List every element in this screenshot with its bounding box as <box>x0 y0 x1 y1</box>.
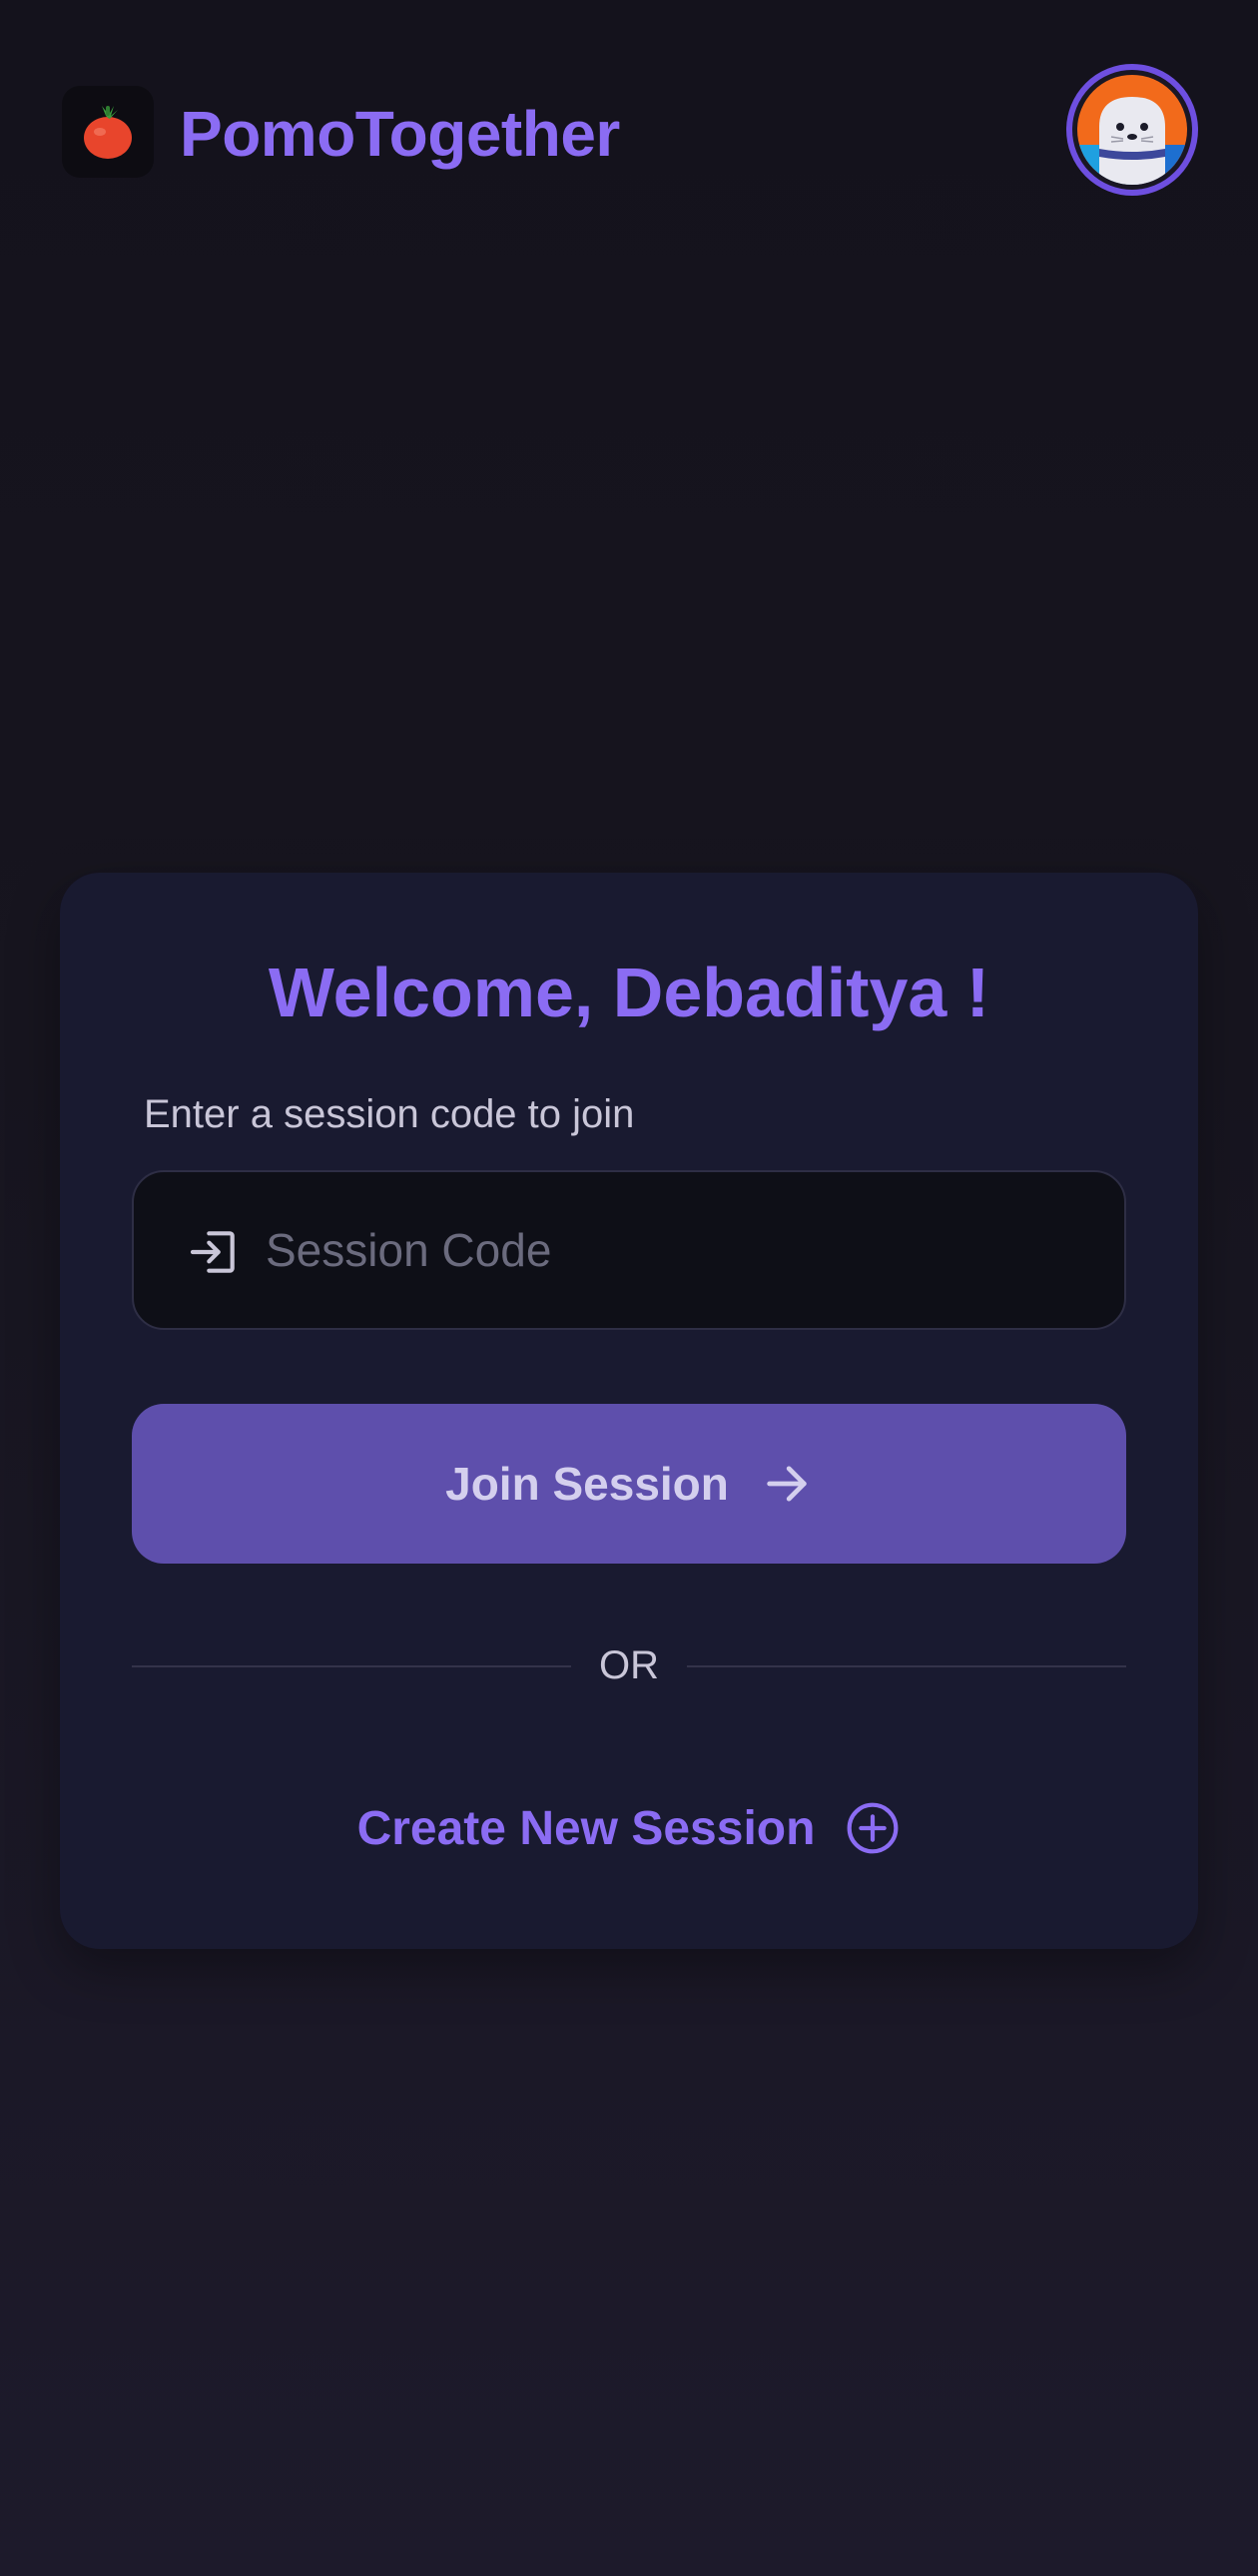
app-logo[interactable] <box>62 86 154 178</box>
tomato-icon <box>84 106 132 159</box>
seal-avatar-icon <box>1077 75 1187 185</box>
arrow-right-icon <box>767 1466 807 1502</box>
create-session-label: Create New Session <box>356 1801 816 1855</box>
session-code-input[interactable] <box>266 1172 1084 1328</box>
session-code-label: Enter a session code to join <box>144 1092 635 1136</box>
user-avatar-button[interactable] <box>1066 64 1198 196</box>
app-title: PomoTogether <box>180 98 620 170</box>
join-session-button[interactable]: Join Session <box>132 1404 1126 1564</box>
join-session-label: Join Session <box>445 1458 729 1510</box>
create-session-button[interactable]: Create New Session <box>60 1783 1198 1873</box>
plus-circle-icon <box>847 1802 899 1854</box>
welcome-heading: Welcome, Debaditya ! <box>268 954 990 1031</box>
session-card: Welcome, Debaditya ! Enter a session cod… <box>60 873 1198 1949</box>
session-code-field[interactable] <box>132 1170 1126 1330</box>
login-icon <box>190 1231 235 1273</box>
app-header: PomoTogether <box>0 0 1258 260</box>
divider-right <box>687 1665 1126 1667</box>
